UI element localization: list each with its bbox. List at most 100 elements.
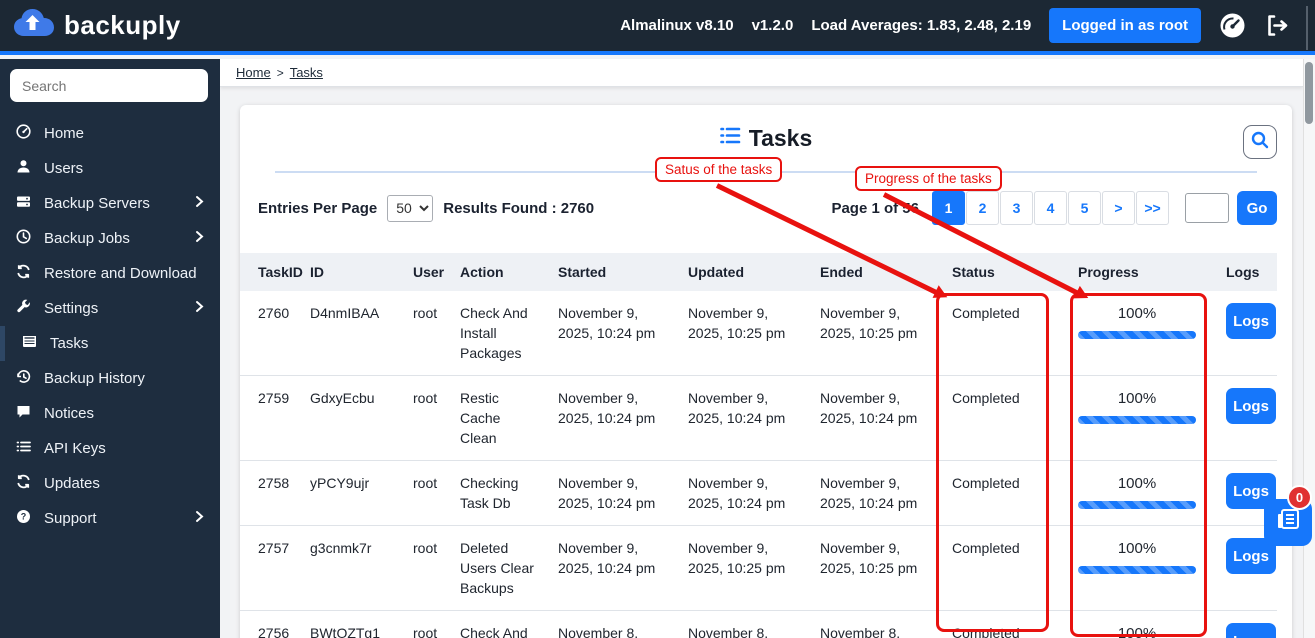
cloud-upload-icon [12, 6, 56, 45]
history-icon [16, 369, 31, 388]
cell-started: November 8, 2025, 10:24 pm [540, 610, 670, 638]
table-row: 2760 D4nmIBAA root Check And Install Pac… [240, 291, 1277, 376]
chevron-right-icon [195, 195, 204, 212]
sidebar-item-label: Support [44, 510, 97, 527]
page-button-5[interactable]: 5 [1068, 191, 1101, 225]
table-row: 2759 GdxyEcbu root Restic Cache Clean No… [240, 375, 1277, 461]
cell-started: November 9, 2025, 10:24 pm [540, 375, 670, 461]
tasks-table: TaskID ID User Action Started Updated En… [240, 253, 1277, 638]
progress-bar [1078, 416, 1196, 424]
col-header-action: Action [442, 253, 540, 291]
cell-progress: 100% [1060, 610, 1208, 638]
cell-status: Completed [934, 291, 1060, 376]
refresh-icon [16, 474, 31, 493]
sidebar-search-input[interactable] [10, 69, 208, 102]
table-search-button[interactable] [1243, 125, 1277, 159]
cell-progress: 100% [1060, 375, 1208, 461]
cell-started: November 9, 2025, 10:24 pm [540, 525, 670, 611]
col-header-user: User [395, 253, 444, 291]
cell-action: Checking Task Db [442, 460, 540, 526]
page-button-3[interactable]: 3 [1000, 191, 1033, 225]
backuply-app: backuply Almalinux v8.10 v1.2.0 Load Ave… [0, 0, 1315, 638]
cell-started: November 9, 2025, 10:24 pm [540, 460, 670, 526]
cell-taskid: 2756 [240, 610, 292, 638]
cell-updated: November 9, 2025, 10:25 pm [670, 291, 802, 376]
cell-user: root [395, 525, 442, 611]
sidebar-item-users[interactable]: Users [0, 151, 220, 186]
scrollbar-thumb[interactable] [1305, 62, 1313, 124]
sidebar-item-backup-jobs[interactable]: Backup Jobs [0, 221, 220, 256]
load-averages-label: Load Averages: 1.83, 2.48, 2.19 [811, 17, 1032, 34]
cell-user: root [395, 460, 442, 526]
sidebar-item-updates[interactable]: Updates [0, 466, 220, 501]
progress-percent: 100% [1117, 625, 1157, 638]
page-button-2[interactable]: 2 [966, 191, 999, 225]
sidebar: Home Users Backup Servers Backup Jobs Re… [0, 59, 220, 638]
breadcrumb-home-link[interactable]: Home [236, 65, 271, 80]
goto-page-input[interactable] [1185, 193, 1229, 223]
cell-user: root [395, 291, 442, 376]
sidebar-item-notices[interactable]: Notices [0, 396, 220, 431]
cell-user: root [395, 610, 442, 638]
cell-id: yPCY9ujr [292, 460, 395, 526]
page-title: Tasks [748, 124, 813, 151]
entries-per-page-select[interactable]: 50 [387, 194, 434, 222]
cell-ended: November 9, 2025, 10:25 pm [802, 525, 934, 611]
sidebar-item-label: Backup History [44, 370, 145, 387]
breadcrumb-separator: > [276, 65, 284, 80]
news-icon [1275, 507, 1301, 538]
gauge-icon[interactable] [1219, 12, 1246, 39]
go-button[interactable]: Go [1237, 191, 1277, 225]
progress-percent: 100% [1117, 305, 1157, 322]
cell-taskid: 2759 [240, 375, 292, 461]
page-next-button[interactable]: > [1102, 191, 1135, 225]
vertical-scrollbar[interactable] [1303, 59, 1315, 638]
col-header-id: ID [292, 253, 395, 291]
cell-updated: November 9, 2025, 10:24 pm [670, 460, 802, 526]
cell-updated: November 9, 2025, 10:25 pm [670, 525, 802, 611]
tasks-card: Tasks Entries Per Page 50 Results Found … [240, 105, 1292, 638]
sidebar-item-label: Notices [44, 405, 95, 422]
sidebar-item-label: Users [44, 160, 84, 177]
col-header-started: Started [540, 253, 670, 291]
table-header-row: TaskID ID User Action Started Updated En… [240, 253, 1277, 291]
breadcrumb-tasks-link[interactable]: Tasks [290, 65, 323, 80]
sidebar-item-restore-and-download[interactable]: Restore and Download [0, 256, 220, 291]
sidebar-item-label: Settings [44, 300, 99, 317]
app-version-label: v1.2.0 [751, 17, 794, 34]
sidebar-item-api-keys[interactable]: API Keys [0, 431, 220, 466]
sidebar-item-settings[interactable]: Settings [0, 291, 220, 326]
cell-user: root [395, 375, 442, 461]
sidebar-item-backup-servers[interactable]: Backup Servers [0, 186, 220, 221]
logs-button[interactable]: Logs [1226, 303, 1276, 339]
progress-percent: 100% [1117, 475, 1157, 492]
page-button-4[interactable]: 4 [1034, 191, 1067, 225]
scrollbar-header-segment [1306, 6, 1308, 50]
cell-ended: November 9, 2025, 10:25 pm [802, 291, 934, 376]
cell-progress: 100% [1060, 460, 1208, 526]
cell-progress: 100% [1060, 525, 1208, 611]
comment-icon [16, 404, 31, 423]
clock-icon [16, 229, 31, 248]
sidebar-item-label: Home [44, 125, 85, 142]
sidebar-item-home[interactable]: Home [0, 116, 220, 151]
logs-button[interactable]: Logs [1226, 623, 1276, 638]
cell-ended: November 9, 2025, 10:24 pm [802, 375, 934, 461]
logged-in-as-root-button[interactable]: Logged in as root [1049, 8, 1201, 43]
cell-id: GdxyEcbu [292, 375, 395, 461]
cell-status: Completed [934, 375, 1060, 461]
search-icon [1250, 130, 1270, 155]
cell-updated: November 9, 2025, 10:24 pm [670, 375, 802, 461]
logout-icon[interactable] [1264, 13, 1289, 38]
brand-logo[interactable]: backuply [0, 6, 181, 45]
annotation-progress-callout: Progress of the tasks [855, 166, 1002, 191]
sidebar-item-label: Restore and Download [44, 265, 197, 282]
page-last-button[interactable]: >> [1136, 191, 1169, 225]
sidebar-item-tasks[interactable]: Tasks [0, 326, 220, 361]
sidebar-item-support[interactable]: ? Support [0, 501, 220, 536]
sidebar-item-backup-history[interactable]: Backup History [0, 361, 220, 396]
logs-button[interactable]: Logs [1226, 388, 1276, 424]
progress-bar [1078, 331, 1196, 339]
results-found-label: Results Found : 2760 [443, 199, 595, 217]
cell-action: Restic Cache Clean [442, 375, 540, 461]
